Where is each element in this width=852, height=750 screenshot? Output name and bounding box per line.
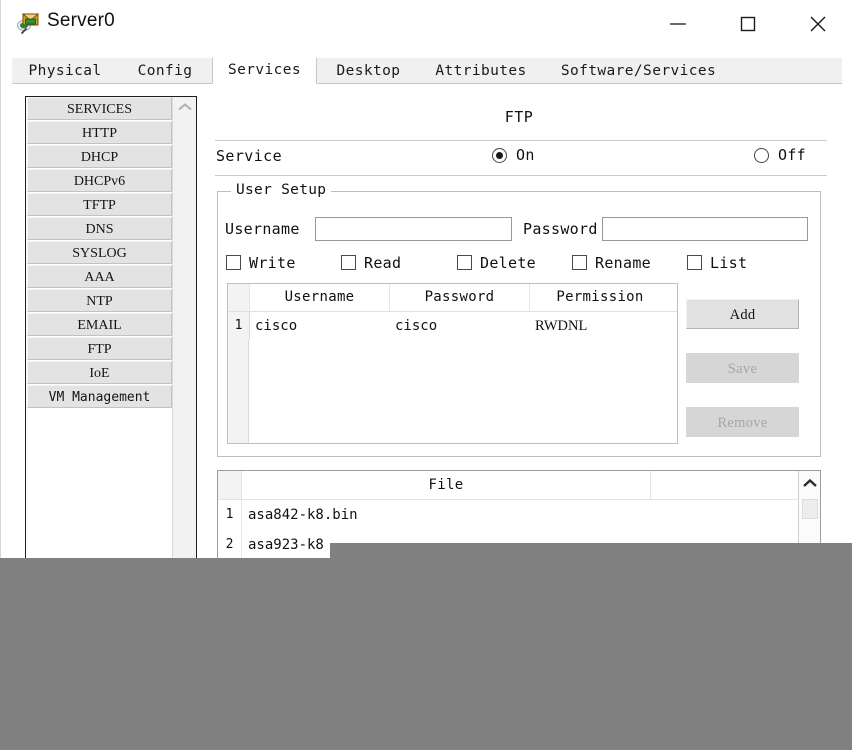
checkbox-box bbox=[226, 255, 241, 270]
sidebar-item-vm-management[interactable]: VM Management bbox=[27, 385, 172, 408]
column-header-password[interactable]: Password bbox=[390, 284, 530, 311]
tab-software-services[interactable]: Software/Services bbox=[542, 58, 735, 84]
tab-bar: Physical Config Services Desktop Attribu… bbox=[1, 47, 852, 84]
service-label: Service bbox=[216, 147, 283, 165]
table-row[interactable]: 1 cisco cisco RWDNL bbox=[228, 312, 677, 340]
permission-list-label: List bbox=[710, 254, 748, 272]
server-properties-window: Server0 Physical Config Services Desktop… bbox=[0, 0, 852, 562]
checkbox-box bbox=[341, 255, 356, 270]
row-number: 1 bbox=[218, 500, 242, 530]
service-list: SERVICES HTTP DHCP DHCPv6 TFTP DNS SYSLO… bbox=[26, 97, 173, 561]
row-number: 2 bbox=[218, 530, 242, 560]
tab-services[interactable]: Services bbox=[212, 57, 317, 84]
checkbox-box bbox=[457, 255, 472, 270]
minimize-icon[interactable] bbox=[654, 0, 701, 47]
file-column-header-filler bbox=[651, 471, 799, 499]
sidebar-item-http[interactable]: HTTP bbox=[27, 121, 172, 144]
services-tab-content: SERVICES HTTP DHCP DHCPv6 TFTP DNS SYSLO… bbox=[1, 84, 852, 562]
checkbox-box bbox=[572, 255, 587, 270]
sidebar-item-aaa[interactable]: AAA bbox=[27, 265, 172, 288]
maximize-icon[interactable] bbox=[724, 0, 771, 47]
service-toggle-row: Service On Off bbox=[209, 141, 829, 173]
add-button[interactable]: Add bbox=[686, 299, 799, 329]
sidebar-item-dhcpv6[interactable]: DHCPv6 bbox=[27, 169, 172, 192]
sidebar-item-dhcp[interactable]: DHCP bbox=[27, 145, 172, 168]
user-table: Username Password Permission 1 cisco cis… bbox=[227, 283, 678, 444]
screen-occlusion bbox=[0, 558, 852, 750]
service-off-label: Off bbox=[778, 146, 806, 164]
cell-password: cisco bbox=[395, 318, 438, 334]
permission-read-label: Read bbox=[364, 254, 402, 272]
sidebar-item-email[interactable]: EMAIL bbox=[27, 313, 172, 336]
radio-off-indicator bbox=[754, 148, 769, 163]
sidebar-item-ntp[interactable]: NTP bbox=[27, 289, 172, 312]
user-setup-group: User Setup Username Password Write Read … bbox=[217, 182, 821, 457]
column-header-username[interactable]: Username bbox=[250, 284, 390, 311]
column-header-index[interactable] bbox=[228, 284, 250, 311]
screen-occlusion-notch bbox=[330, 543, 852, 558]
user-setup-legend: User Setup bbox=[231, 182, 332, 198]
file-list-header-row: File bbox=[218, 471, 820, 500]
row-number: 1 bbox=[228, 312, 250, 340]
file-name: asa842-k8.bin bbox=[248, 507, 358, 523]
file-column-header-name[interactable]: File bbox=[242, 471, 651, 499]
tab-attributes[interactable]: Attributes bbox=[420, 58, 542, 84]
close-icon[interactable] bbox=[794, 0, 841, 47]
tab-desktop[interactable]: Desktop bbox=[317, 58, 420, 84]
title-bar: Server0 bbox=[1, 0, 852, 47]
password-input[interactable] bbox=[602, 217, 808, 241]
permission-rename-label: Rename bbox=[595, 254, 651, 272]
ftp-settings-panel: FTP Service On Off User Setup Username P… bbox=[209, 96, 829, 562]
file-name: asa923-k8 bbox=[248, 537, 324, 553]
tab-config[interactable]: Config bbox=[118, 58, 212, 84]
page-title: FTP bbox=[504, 108, 534, 126]
table-row-number-gutter bbox=[228, 340, 249, 443]
sidebar-item-ftp[interactable]: FTP bbox=[27, 337, 172, 360]
sidebar-item-ioe[interactable]: IoE bbox=[27, 361, 172, 384]
server-device-icon bbox=[15, 11, 41, 37]
password-label: Password bbox=[523, 220, 598, 238]
column-header-permission[interactable]: Permission bbox=[530, 284, 670, 311]
permission-write-label: Write bbox=[249, 254, 296, 272]
sidebar-item-syslog[interactable]: SYSLOG bbox=[27, 241, 172, 264]
cell-permission: RWDNL bbox=[535, 318, 588, 334]
scrollbar-thumb[interactable] bbox=[802, 499, 818, 519]
sidebar-item-dns[interactable]: DNS bbox=[27, 217, 172, 240]
table-header-row: Username Password Permission bbox=[228, 284, 677, 312]
chevron-up-icon[interactable] bbox=[799, 471, 820, 495]
username-input[interactable] bbox=[315, 217, 512, 241]
chevron-up-icon[interactable] bbox=[173, 97, 196, 117]
cell-username: cisco bbox=[255, 318, 298, 334]
save-button: Save bbox=[686, 353, 799, 383]
window-title: Server0 bbox=[47, 10, 115, 31]
tab-physical[interactable]: Physical bbox=[12, 58, 118, 84]
radio-on-indicator bbox=[492, 148, 507, 163]
service-list-panel: SERVICES HTTP DHCP DHCPv6 TFTP DNS SYSLO… bbox=[25, 96, 197, 562]
sidebar-item-tftp[interactable]: TFTP bbox=[27, 193, 172, 216]
username-label: Username bbox=[225, 220, 300, 238]
service-on-label: On bbox=[516, 146, 535, 164]
list-item[interactable]: 1 asa842-k8.bin bbox=[218, 500, 820, 530]
remove-button: Remove bbox=[686, 407, 799, 437]
checkbox-box bbox=[687, 255, 702, 270]
sidebar-item-services[interactable]: SERVICES bbox=[27, 97, 172, 120]
file-column-header-index bbox=[218, 471, 242, 499]
sidebar-scrollbar[interactable] bbox=[172, 97, 196, 561]
permission-delete-label: Delete bbox=[480, 254, 536, 272]
divider-bottom bbox=[215, 175, 827, 176]
